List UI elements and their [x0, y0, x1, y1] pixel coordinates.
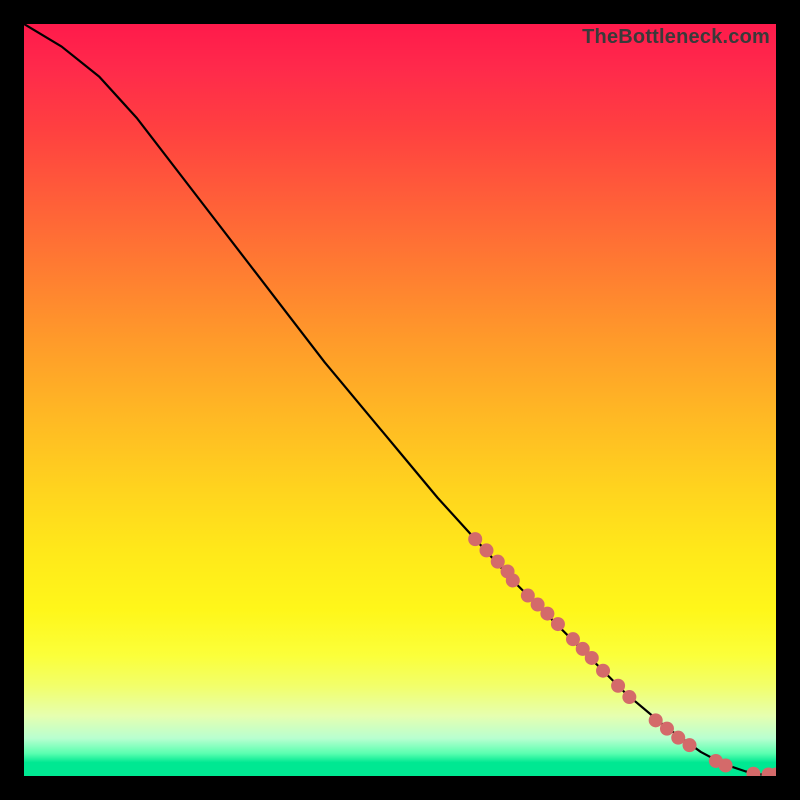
plot-area: TheBottleneck.com — [24, 24, 776, 776]
data-marker — [683, 738, 697, 752]
chart-stage: TheBottleneck.com — [0, 0, 800, 800]
data-marker — [611, 679, 625, 693]
data-marker — [719, 758, 733, 772]
chart-svg — [24, 24, 776, 776]
curve-markers — [468, 532, 776, 776]
data-marker — [649, 713, 663, 727]
data-marker — [506, 573, 520, 587]
data-marker — [479, 543, 493, 557]
data-marker — [468, 532, 482, 546]
data-marker — [746, 767, 760, 776]
data-marker — [596, 664, 610, 678]
data-marker — [540, 607, 554, 621]
data-marker — [551, 617, 565, 631]
data-marker — [622, 690, 636, 704]
curve-line — [24, 24, 776, 775]
data-marker — [585, 651, 599, 665]
data-marker — [660, 722, 674, 736]
